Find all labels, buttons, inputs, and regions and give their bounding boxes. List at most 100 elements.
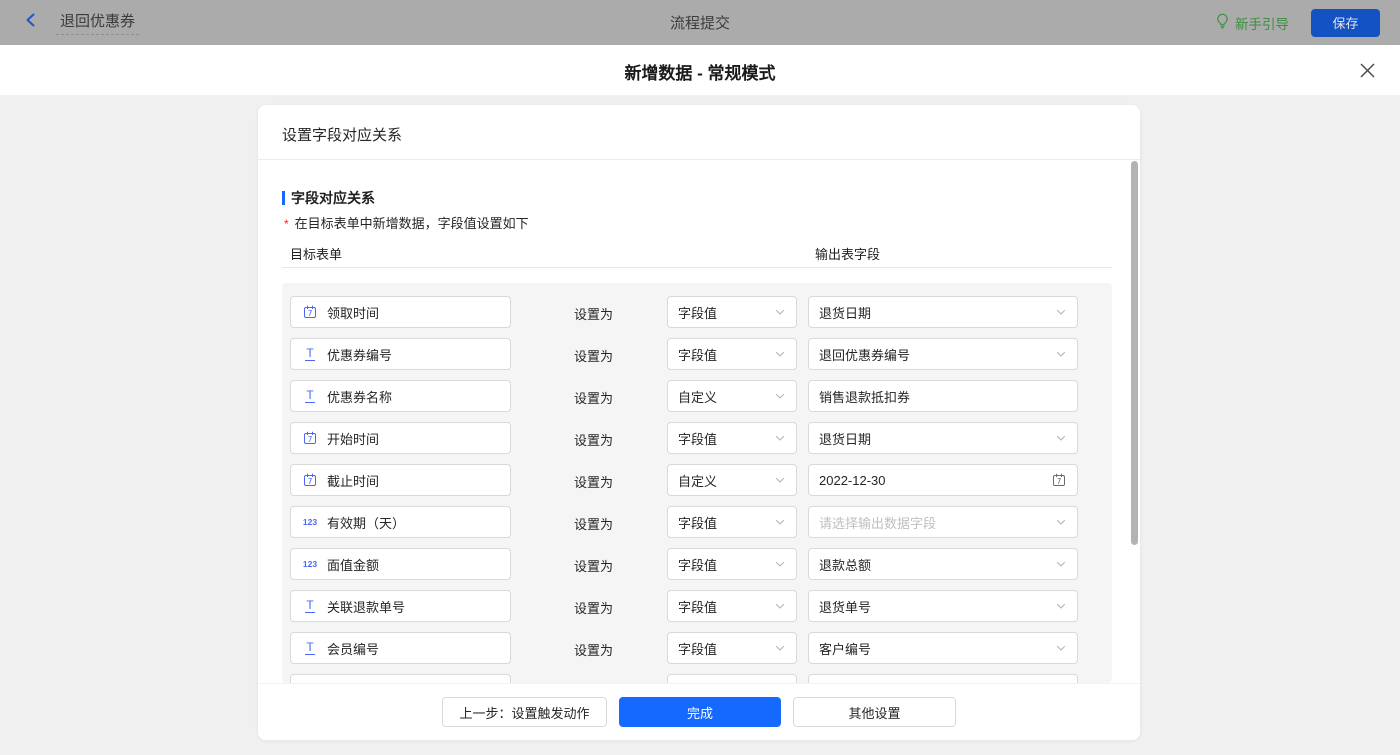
- number-icon: 123: [301, 517, 319, 527]
- mapping-row: T 会员编号 设置为 字段值客户编号: [282, 632, 1112, 664]
- save-button[interactable]: 保存: [1311, 9, 1380, 37]
- output-field-value: 退货日期: [819, 303, 1055, 322]
- target-field-label: 优惠券名称: [327, 387, 392, 406]
- target-field-box: 123 有效期（天）: [290, 506, 511, 538]
- output-field-value: 退回优惠券编号: [819, 345, 1055, 364]
- value-type-select[interactable]: 字段值: [667, 506, 797, 538]
- value-type-value: 字段值: [678, 303, 774, 322]
- output-field-select[interactable]: 退货单号: [808, 590, 1078, 622]
- svg-text:7: 7: [1057, 477, 1062, 486]
- set-as-label: 设置为: [574, 640, 613, 659]
- output-field-select[interactable]: 客户编号: [808, 632, 1078, 664]
- set-as-label: 设置为: [574, 346, 613, 365]
- output-field-value: 退款总额: [819, 555, 1055, 574]
- target-field-box: 7 截止时间: [290, 464, 511, 496]
- value-type-select[interactable]: 字段值: [667, 338, 797, 370]
- value-type-value: 字段值: [678, 345, 774, 364]
- target-field-box: T 优惠券名称: [290, 380, 511, 412]
- mapping-rows-panel: 7领取时间设置为字段值退货日期T优惠券编号设置为字段值退回优惠券编号T优惠券名称…: [282, 283, 1112, 683]
- target-field-box: [290, 674, 511, 683]
- output-field-select[interactable]: 退货日期: [808, 422, 1078, 454]
- chevron-down-icon: [1055, 642, 1067, 654]
- target-field-label: 领取时间: [327, 303, 379, 322]
- target-field-label: 会员编号: [327, 639, 379, 658]
- calendar-icon: 7: [301, 430, 319, 446]
- set-as-label: 设置为: [574, 514, 613, 533]
- value-type-select[interactable]: [667, 674, 797, 683]
- value-type-select[interactable]: 字段值: [667, 632, 797, 664]
- output-field-select[interactable]: 退货日期: [808, 296, 1078, 328]
- output-custom-input[interactable]: 销售退款抵扣券: [808, 380, 1078, 412]
- card-header: 设置字段对应关系: [258, 105, 1140, 160]
- column-header-output-field: 输出表字段: [815, 244, 880, 263]
- prev-step-button[interactable]: 上一步：设置触发动作: [442, 697, 607, 727]
- target-field-label: 面值金额: [327, 555, 379, 574]
- target-field-box: 7 领取时间: [290, 296, 511, 328]
- mapping-row: 123 有效期（天） 设置为 字段值 请选择输出数据字段: [282, 506, 1112, 538]
- value-type-value: 字段值: [678, 429, 774, 448]
- chevron-down-icon: [1055, 600, 1067, 612]
- mapping-row: 7 开始时间 设置为 字段值 退货日期: [282, 422, 1112, 454]
- chevron-down-icon: [774, 390, 786, 402]
- mapping-row: T优惠券编号设置为字段值退回优惠券编号: [282, 338, 1112, 370]
- value-type-select[interactable]: 字段值: [667, 590, 797, 622]
- set-as-label: 设置为: [574, 304, 613, 323]
- scrollbar-thumb[interactable]: [1131, 161, 1138, 545]
- set-as-label: 设置为: [574, 556, 613, 575]
- target-field-box: 7 开始时间: [290, 422, 511, 454]
- value-type-select[interactable]: 字段值: [667, 422, 797, 454]
- close-icon[interactable]: [1356, 59, 1378, 81]
- section-title: 字段对应关系: [282, 188, 375, 208]
- output-field-select[interactable]: [808, 674, 1078, 683]
- svg-text:7: 7: [308, 477, 313, 486]
- set-as-label: 设置为: [574, 430, 613, 449]
- target-field-label: 截止时间: [327, 471, 379, 490]
- target-field-box: 123面值金额: [290, 548, 511, 580]
- output-date-input[interactable]: 2022-12-30 7: [808, 464, 1078, 496]
- chevron-down-icon: [774, 474, 786, 486]
- other-settings-button[interactable]: 其他设置: [793, 697, 956, 727]
- modal-title: 新增数据 - 常规模式: [0, 59, 1400, 84]
- required-asterisk: *: [284, 217, 289, 231]
- chevron-down-icon: [774, 642, 786, 654]
- output-field-select[interactable]: 退款总额: [808, 548, 1078, 580]
- card-footer: 上一步：设置触发动作 完成 其他设置: [258, 683, 1140, 740]
- chevron-down-icon: [774, 306, 786, 318]
- column-header-target-form: 目标表单: [290, 244, 342, 263]
- lightbulb-icon: [1215, 13, 1230, 32]
- output-field-placeholder: 请选择输出数据字段: [819, 513, 1055, 532]
- set-as-label: 设置为: [574, 472, 613, 491]
- value-type-select[interactable]: 自定义: [667, 464, 797, 496]
- output-field-value: 退货日期: [819, 429, 1055, 448]
- value-type-select[interactable]: 字段值: [667, 296, 797, 328]
- chevron-down-icon: [774, 516, 786, 528]
- set-as-label: 设置为: [574, 598, 613, 617]
- output-field-value: 2022-12-30: [819, 473, 1051, 488]
- chevron-down-icon: [774, 600, 786, 612]
- text-icon: T: [301, 642, 319, 655]
- done-button[interactable]: 完成: [619, 697, 781, 727]
- card-header-title: 设置字段对应关系: [282, 124, 402, 145]
- beginner-guide-link[interactable]: 新手引导: [1215, 13, 1289, 33]
- value-type-select[interactable]: 自定义: [667, 380, 797, 412]
- target-field-label: 开始时间: [327, 429, 379, 448]
- chevron-down-icon: [1055, 558, 1067, 570]
- text-icon: T: [301, 390, 319, 403]
- value-type-select[interactable]: 字段值: [667, 548, 797, 580]
- svg-text:7: 7: [308, 309, 313, 318]
- chevron-down-icon: [774, 348, 786, 360]
- column-header-divider: [282, 267, 1112, 268]
- target-field-label: 优惠券编号: [327, 345, 392, 364]
- target-field-box: T关联退款单号: [290, 590, 511, 622]
- target-field-label: 关联退款单号: [327, 597, 405, 616]
- flow-step-title: 流程提交: [0, 12, 1400, 33]
- target-field-label: 有效期（天）: [327, 513, 405, 532]
- calendar-icon: 7: [301, 304, 319, 320]
- output-field-value: 退货单号: [819, 597, 1055, 616]
- set-as-label: 设置为: [574, 388, 613, 407]
- calendar-icon: 7: [301, 472, 319, 488]
- output-field-select[interactable]: 请选择输出数据字段: [808, 506, 1078, 538]
- output-field-select[interactable]: 退回优惠券编号: [808, 338, 1078, 370]
- chevron-down-icon: [1055, 432, 1067, 444]
- calendar-icon: 7: [1051, 472, 1067, 488]
